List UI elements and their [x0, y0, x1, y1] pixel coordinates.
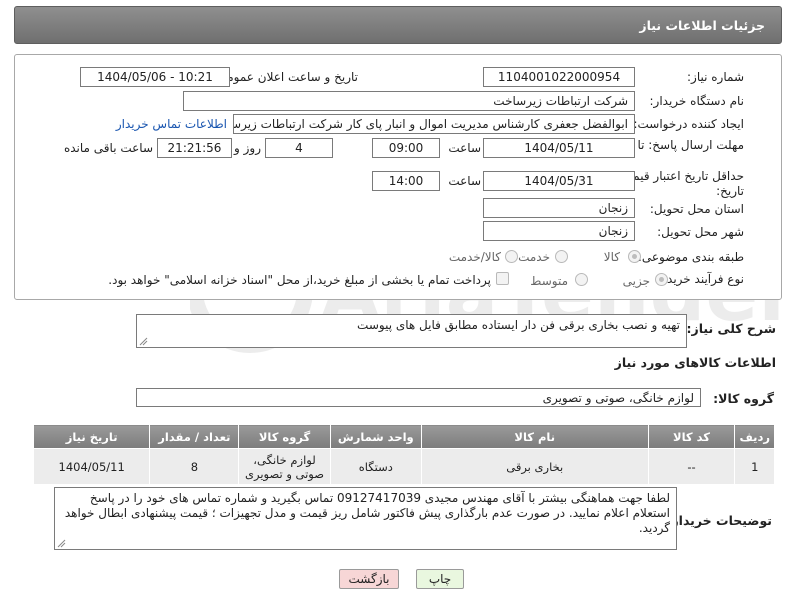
category-option-goods-service: کالا/خدمت: [448, 250, 501, 264]
process-radio-minor[interactable]: [655, 273, 668, 286]
category-option-goods: کالا: [603, 250, 620, 264]
description-field: تهیه و نصب بخاری برقی فن دار ایستاده مطا…: [136, 314, 687, 348]
buyer-notes-text: لطفا جهت هماهنگی بیشتر با آقای مهندس مجی…: [64, 491, 670, 535]
col-qty: تعداد / مقدار: [149, 424, 240, 449]
col-code: کد کالا: [647, 424, 736, 449]
col-unit: واحد شمارش: [329, 424, 422, 449]
cell-group: لوازم خانگی، صوتی و تصویری: [238, 448, 331, 485]
process-type-label: نوع فرآیند خرید :: [659, 272, 744, 286]
print-button[interactable]: چاپ: [416, 569, 464, 589]
buyer-org-label: نام دستگاه خریدار:: [649, 94, 745, 108]
reply-deadline-time: 09:00: [372, 138, 440, 158]
category-radio-goods[interactable]: [628, 250, 641, 263]
col-row: ردیف: [734, 424, 775, 449]
announce-datetime-field: 1404/05/06 - 10:21: [80, 67, 230, 87]
category-radio-goods-service[interactable]: [505, 250, 518, 263]
reply-deadline-time-label: ساعت: [448, 141, 481, 155]
buyer-contact-link[interactable]: اطلاعات تماس خریدار: [116, 117, 227, 131]
price-validity-date: 1404/05/31: [483, 171, 635, 191]
cell-code: --: [647, 448, 736, 485]
cell-row: 1: [734, 448, 775, 485]
remaining-time-label: ساعت باقی مانده: [63, 141, 153, 155]
treasury-payment-note: پرداخت تمام یا بخشی از مبلغ خرید،از محل …: [108, 273, 491, 287]
delivery-province-label: استان محل تحویل:: [649, 202, 744, 216]
delivery-city-field: زنجان: [483, 221, 635, 241]
process-option-medium: متوسط: [530, 274, 568, 288]
col-date: تاریخ نیاز: [32, 424, 151, 449]
page-header: جزئیات اطلاعات نیاز: [14, 6, 782, 44]
need-number-field: 1104001022000954: [483, 67, 635, 87]
page-title: جزئیات اطلاعات نیاز: [639, 17, 765, 33]
reply-deadline-date: 1404/05/11: [483, 138, 635, 158]
cell-unit: دستگاه: [329, 448, 422, 485]
description-text: تهیه و نصب بخاری برقی فن دار ایستاده مطا…: [357, 318, 680, 332]
delivery-city-label: شهر محل تحویل:: [657, 225, 744, 239]
price-validity-time: 14:00: [372, 171, 440, 191]
requester-label: ایجاد کننده درخواست:: [633, 117, 744, 131]
description-label: شرح کلی نیاز:: [686, 321, 776, 336]
price-validity-time-label: ساعت: [448, 174, 481, 188]
goods-table: ردیف کد کالا نام کالا واحد شمارش گروه کا…: [32, 424, 775, 485]
col-group: گروه کالا: [238, 424, 331, 449]
resize-handle-icon[interactable]: [139, 337, 148, 346]
table-row: 1 -- بخاری برقی دستگاه لوازم خانگی، صوتی…: [32, 448, 775, 485]
buyer-notes-field: لطفا جهت هماهنگی بیشتر با آقای مهندس مجی…: [54, 487, 677, 550]
remaining-days-field: 4: [265, 138, 333, 158]
back-button[interactable]: بازگشت: [339, 569, 399, 589]
cell-date: 1404/05/11: [32, 448, 151, 485]
cell-qty: 8: [149, 448, 240, 485]
category-label: طبقه بندی موضوعی:: [637, 250, 744, 264]
process-radio-medium[interactable]: [575, 273, 588, 286]
announce-datetime-label: تاریخ و ساعت اعلان عمومی:: [213, 70, 358, 84]
goods-group-label: گروه کالا:: [713, 391, 774, 406]
buyer-org-field: شرکت ارتباطات زیرساخت: [183, 91, 635, 111]
delivery-province-field: زنجان: [483, 198, 635, 218]
category-radio-service[interactable]: [555, 250, 568, 263]
cell-name: بخاری برقی: [420, 448, 649, 485]
need-number-label: شماره نیاز:: [687, 70, 744, 84]
resize-handle-icon[interactable]: [57, 539, 66, 548]
remaining-days-label: روز و: [234, 141, 261, 155]
goods-table-header: ردیف کد کالا نام کالا واحد شمارش گروه کا…: [32, 424, 775, 449]
goods-group-field: لوازم خانگی، صوتی و تصویری: [136, 388, 701, 407]
goods-section-title: اطلاعات کالاهای مورد نیاز: [614, 355, 776, 370]
treasury-payment-checkbox[interactable]: [496, 272, 509, 285]
remaining-time-field: 21:21:56: [157, 138, 232, 158]
requester-field: ابوالفضل جعفری کارشناس مدیریت اموال و ان…: [233, 114, 635, 134]
buyer-notes-label: توضیحات خریدار:: [666, 513, 772, 528]
col-name: نام کالا: [420, 424, 649, 449]
process-option-minor: جزیی: [622, 274, 650, 288]
category-option-service: خدمت: [518, 250, 550, 264]
